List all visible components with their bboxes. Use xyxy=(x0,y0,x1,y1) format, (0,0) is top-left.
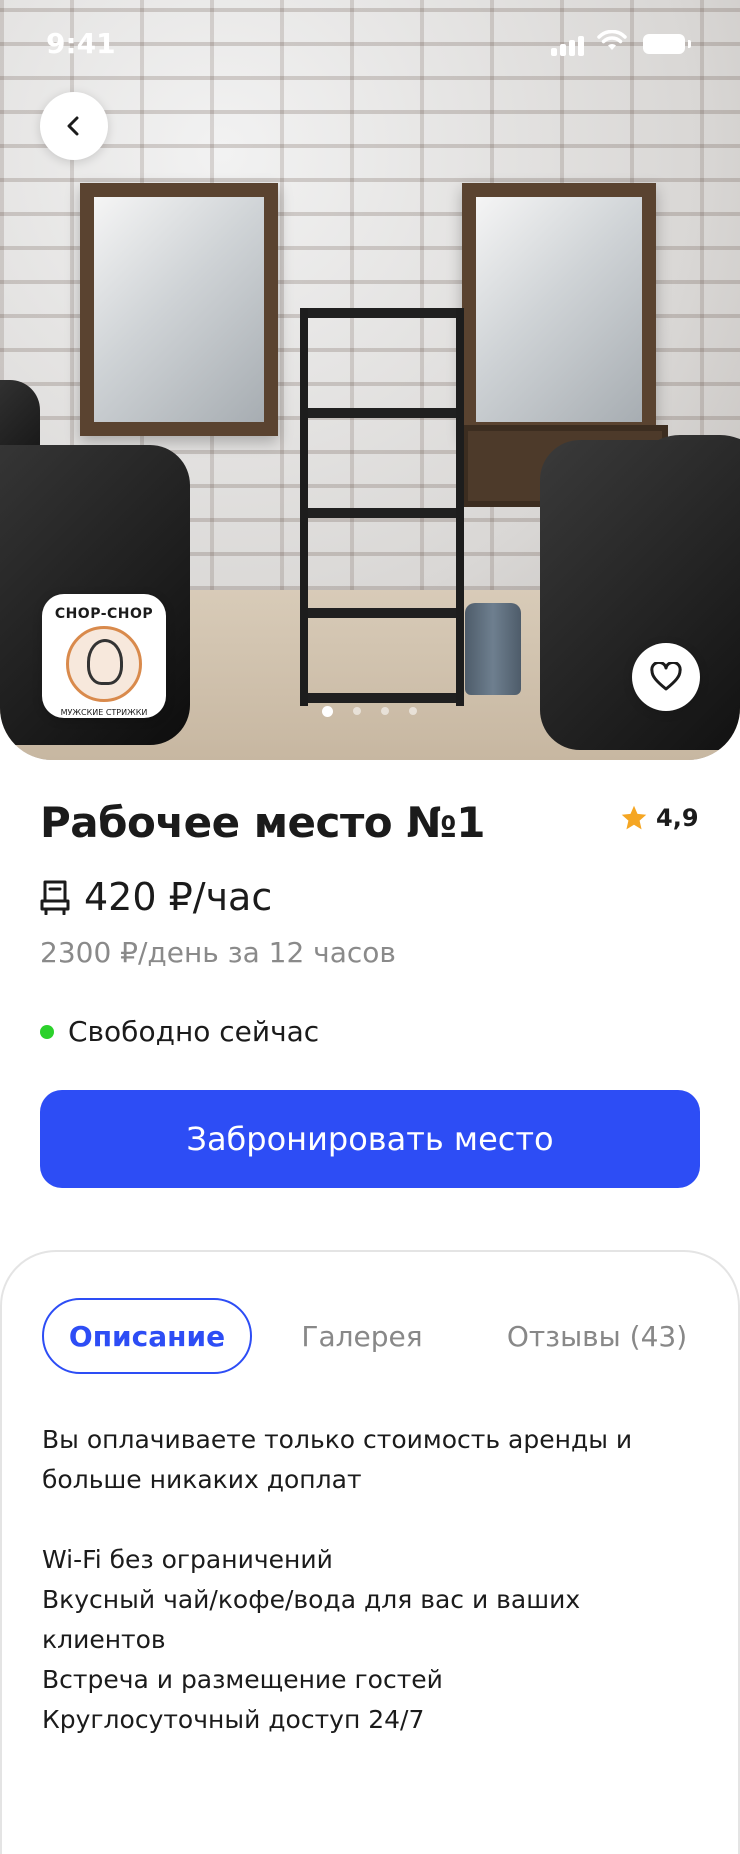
back-button[interactable] xyxy=(40,92,108,160)
tab-gallery[interactable]: Галерея xyxy=(297,1298,427,1374)
wifi-icon xyxy=(597,30,627,50)
chair-right xyxy=(540,440,740,750)
screen: 9:41 CHOP-CHOP МУЖСКИЕ СТРИЖКИ Рабочее м… xyxy=(0,0,740,1854)
listing-title: Рабочее место №1 xyxy=(40,798,486,847)
availability-text: Свободно сейчас xyxy=(68,1015,320,1048)
carousel-dot[interactable] xyxy=(409,707,417,715)
tab-reviews[interactable]: Отзывы (43) xyxy=(492,1298,702,1374)
details-card: Описание Галерея Отзывы (43) Вы оплачива… xyxy=(0,1250,740,1854)
tab-description[interactable]: Описание xyxy=(42,1298,252,1374)
chair-icon xyxy=(40,880,70,915)
salon-logo[interactable]: CHOP-CHOP МУЖСКИЕ СТРИЖКИ xyxy=(42,594,166,718)
logo-subtitle: МУЖСКИЕ СТРИЖКИ xyxy=(60,708,148,717)
feature-item: Встреча и размещение гостей xyxy=(42,1665,443,1694)
carousel-dot[interactable] xyxy=(353,707,361,715)
mirror-left xyxy=(80,183,278,436)
availability-dot xyxy=(40,1024,54,1039)
carousel-dots[interactable] xyxy=(322,706,417,717)
price-per-hour: 420 ₽/час xyxy=(84,875,273,919)
feature-item: Вкусный чай/кофе/вода для вас и ваших кл… xyxy=(42,1585,581,1654)
heart-icon xyxy=(650,662,682,691)
availability: Свободно сейчас xyxy=(40,1015,319,1048)
feature-item: Круглосуточный доступ 24/7 xyxy=(42,1705,425,1734)
carousel-dot[interactable] xyxy=(381,707,389,715)
price-per-day: 2300 ₽/день за 12 часов xyxy=(40,936,396,969)
battery-icon xyxy=(643,34,691,54)
feature-item: Wi-Fi без ограничений xyxy=(42,1545,333,1574)
favorite-button[interactable] xyxy=(632,643,700,711)
description-intro-line-2: больше никаких доплат xyxy=(42,1465,362,1494)
price-row: 420 ₽/час xyxy=(40,875,272,919)
status-bar: 9:41 xyxy=(0,0,740,90)
signal-icon xyxy=(551,36,587,56)
carousel-dot[interactable] xyxy=(322,706,333,717)
description: Вы оплачиваете только стоимость аренды и… xyxy=(42,1420,682,1740)
logo-emblem xyxy=(66,626,142,702)
mirror-right xyxy=(462,183,656,436)
rating: 4,9 xyxy=(620,804,699,832)
hero-image[interactable]: 9:41 CHOP-CHOP МУЖСКИЕ СТРИЖКИ xyxy=(0,0,740,760)
tabs: Описание Галерея Отзывы (43) xyxy=(42,1298,702,1374)
description-intro-line-1: Вы оплачиваете только стоимость аренды и xyxy=(42,1425,633,1454)
metal-rack xyxy=(300,308,464,706)
status-time: 9:41 xyxy=(46,27,116,60)
back-arrow-icon xyxy=(67,116,79,136)
book-button[interactable]: Забронировать место xyxy=(40,1090,700,1188)
trash-bin xyxy=(465,603,521,695)
logo-brand: CHOP-CHOP xyxy=(54,606,154,622)
star-icon xyxy=(621,805,647,830)
rating-value: 4,9 xyxy=(656,804,699,832)
